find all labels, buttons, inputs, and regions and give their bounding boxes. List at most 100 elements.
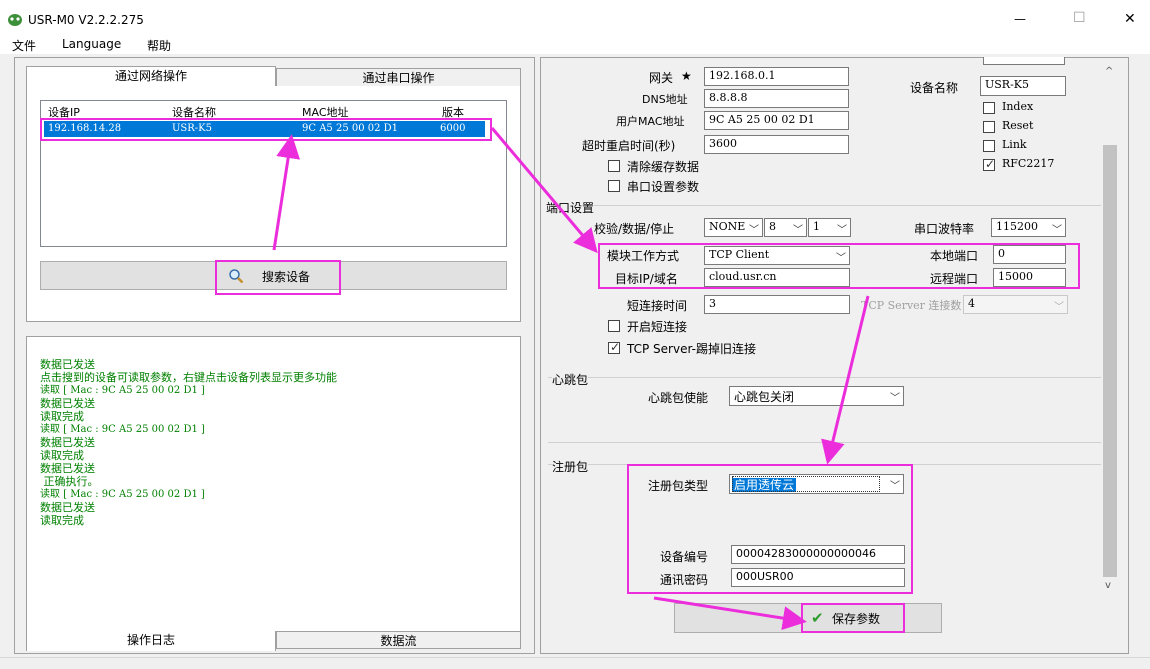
heartbeat-value: 心跳包关闭 bbox=[734, 390, 795, 404]
log-line: 读取 [ Mac : 9C A5 25 00 02 D1 ] bbox=[40, 489, 205, 500]
index-checkbox[interactable] bbox=[983, 102, 995, 114]
focus-outline bbox=[732, 476, 880, 492]
mac-value: 9C A5 25 00 02 D1 bbox=[709, 113, 815, 126]
tab-operation-log-label: 操作日志 bbox=[126, 633, 175, 647]
checkmark-icon: ✔ bbox=[811, 609, 824, 627]
target-label: 目标IP/域名 bbox=[615, 272, 678, 286]
tab-data-stream[interactable]: 数据流 bbox=[276, 631, 521, 649]
chevron-down-icon: ﹀ bbox=[837, 225, 847, 236]
kick-old-checkbox[interactable] bbox=[608, 340, 620, 354]
scroll-up-icon[interactable]: ^ bbox=[1105, 66, 1113, 77]
tab-network[interactable]: 通过网络操作 bbox=[26, 66, 276, 87]
device-name-value: USR-K5 bbox=[985, 78, 1030, 91]
dns-field[interactable]: 8.8.8.8 bbox=[704, 89, 849, 108]
clear-cache-checkbox[interactable] bbox=[608, 160, 620, 172]
scrollbar-thumb[interactable] bbox=[1103, 145, 1117, 577]
app-logo-icon bbox=[7, 13, 23, 27]
device-name-field[interactable]: USR-K5 bbox=[980, 76, 1066, 96]
password-field[interactable]: 000USR00 bbox=[731, 568, 905, 587]
tcp-server-select[interactable]: 4 ﹀ bbox=[963, 295, 1068, 314]
chevron-down-icon: ﹀ bbox=[1052, 225, 1062, 236]
log-line: 正确执行。 bbox=[40, 475, 99, 488]
chevron-down-icon: ﹀ bbox=[836, 253, 846, 264]
baud-select[interactable]: 115200 ﹀ bbox=[991, 218, 1066, 237]
register-type-label: 注册包类型 bbox=[648, 479, 709, 493]
gateway-field[interactable]: 192.168.0.1 bbox=[704, 67, 849, 86]
short-time-value: 3 bbox=[709, 297, 716, 310]
mac-field[interactable]: 9C A5 25 00 02 D1 bbox=[704, 111, 849, 130]
parity-select[interactable]: NONE ﹀ bbox=[704, 218, 763, 237]
status-bar bbox=[0, 657, 1150, 669]
local-port-label: 本地端口 bbox=[930, 249, 979, 263]
chevron-down-icon: ﹀ bbox=[890, 481, 900, 492]
parity-label: 校验/数据/停止 bbox=[594, 222, 675, 236]
window-title: USR-M0 V2.2.2.275 bbox=[28, 13, 144, 27]
log-line: 点击搜到的设备可读取参数，右键点击设备列表显示更多功能 bbox=[40, 371, 337, 384]
tab-serial-label: 通过串口操作 bbox=[362, 71, 435, 85]
menu-file[interactable]: 文件 bbox=[12, 37, 36, 54]
dns-value: 8.8.8.8 bbox=[709, 91, 748, 104]
mode-label: 模块工作方式 bbox=[607, 249, 680, 263]
maximize-button[interactable]: ☐ bbox=[1073, 10, 1086, 26]
short-time-label: 短连接时间 bbox=[627, 299, 688, 313]
rfc2217-checkbox[interactable] bbox=[983, 157, 995, 171]
local-port-value: 0 bbox=[998, 247, 1005, 260]
short-time-field[interactable]: 3 bbox=[704, 295, 850, 314]
log-line: 数据已发送 bbox=[40, 436, 95, 449]
timeout-label: 超时重启时间(秒) bbox=[582, 139, 676, 153]
tab-network-label: 通过网络操作 bbox=[114, 69, 187, 83]
log-line: 数据已发送 bbox=[40, 462, 95, 475]
gateway-label: 网关 bbox=[649, 71, 674, 85]
log-line: 读取 [ Mac : 9C A5 25 00 02 D1 ] bbox=[40, 385, 205, 396]
device-id-field[interactable]: 00004283000000000046 bbox=[731, 545, 905, 564]
open-short-checkbox[interactable] bbox=[608, 320, 620, 332]
tcp-server-value: 4 bbox=[968, 297, 975, 310]
clear-cache-label: 清除缓存数据 bbox=[627, 160, 700, 174]
minimize-button[interactable]: — bbox=[1014, 12, 1026, 26]
chevron-down-icon: ﹀ bbox=[1054, 302, 1064, 313]
tab-serial[interactable]: 通过串口操作 bbox=[276, 68, 521, 87]
index-label: Index bbox=[1002, 100, 1034, 113]
register-type-select[interactable]: 启用透传云 ﹀ bbox=[729, 474, 904, 494]
log-line: 读取完成 bbox=[40, 410, 84, 423]
title-bar: USR-M0 V2.2.2.275 — ☐ ✕ bbox=[0, 10, 1150, 36]
tab-operation-log[interactable]: 操作日志 bbox=[26, 631, 276, 651]
device-name-label: 设备名称 bbox=[910, 81, 959, 95]
chevron-down-icon: ﹀ bbox=[793, 225, 803, 236]
mode-select[interactable]: TCP Client ﹀ bbox=[704, 246, 850, 265]
highlight-device-row bbox=[40, 118, 492, 141]
remote-port-label: 远程端口 bbox=[930, 272, 979, 286]
databits-select[interactable]: 8 ﹀ bbox=[764, 218, 807, 237]
link-checkbox[interactable] bbox=[983, 140, 995, 152]
reset-checkbox[interactable] bbox=[983, 121, 995, 133]
heartbeat-label: 心跳包使能 bbox=[648, 391, 709, 405]
tcp-server-label: TCP Server 连接数 bbox=[861, 299, 962, 312]
remote-port-field[interactable]: 15000 bbox=[993, 268, 1066, 287]
menu-help[interactable]: 帮助 bbox=[147, 37, 171, 54]
serial-params-label: 串口设置参数 bbox=[627, 180, 700, 194]
kick-old-label: TCP Server-踢掉旧连接 bbox=[627, 342, 756, 356]
device-id-label: 设备编号 bbox=[660, 550, 709, 564]
timeout-value: 3600 bbox=[709, 137, 737, 150]
search-icon bbox=[228, 268, 244, 284]
search-button-label: 搜索设备 bbox=[262, 270, 311, 284]
scroll-down-icon[interactable]: v bbox=[1105, 580, 1111, 591]
partial-field[interactable] bbox=[983, 57, 1065, 65]
open-short-label: 开启短连接 bbox=[627, 320, 688, 334]
rfc2217-label: RFC2217 bbox=[1002, 157, 1055, 170]
star-icon: ★ bbox=[681, 69, 692, 83]
target-field[interactable]: cloud.usr.cn bbox=[704, 268, 850, 287]
serial-params-checkbox[interactable] bbox=[608, 180, 620, 192]
heartbeat-select[interactable]: 心跳包关闭 ﹀ bbox=[729, 386, 904, 406]
log-line: 数据已发送 bbox=[40, 501, 95, 514]
log-line: 读取完成 bbox=[40, 514, 84, 527]
stopbits-select[interactable]: 1 ﹀ bbox=[808, 218, 851, 237]
save-button-label: 保存参数 bbox=[832, 612, 881, 626]
menu-language[interactable]: Language bbox=[62, 37, 121, 51]
local-port-field[interactable]: 0 bbox=[993, 245, 1066, 264]
databits-value: 8 bbox=[769, 220, 776, 233]
close-button[interactable]: ✕ bbox=[1124, 11, 1136, 27]
baud-label: 串口波特率 bbox=[914, 222, 975, 236]
timeout-field[interactable]: 3600 bbox=[704, 135, 849, 154]
chevron-down-icon: ﹀ bbox=[890, 393, 900, 404]
